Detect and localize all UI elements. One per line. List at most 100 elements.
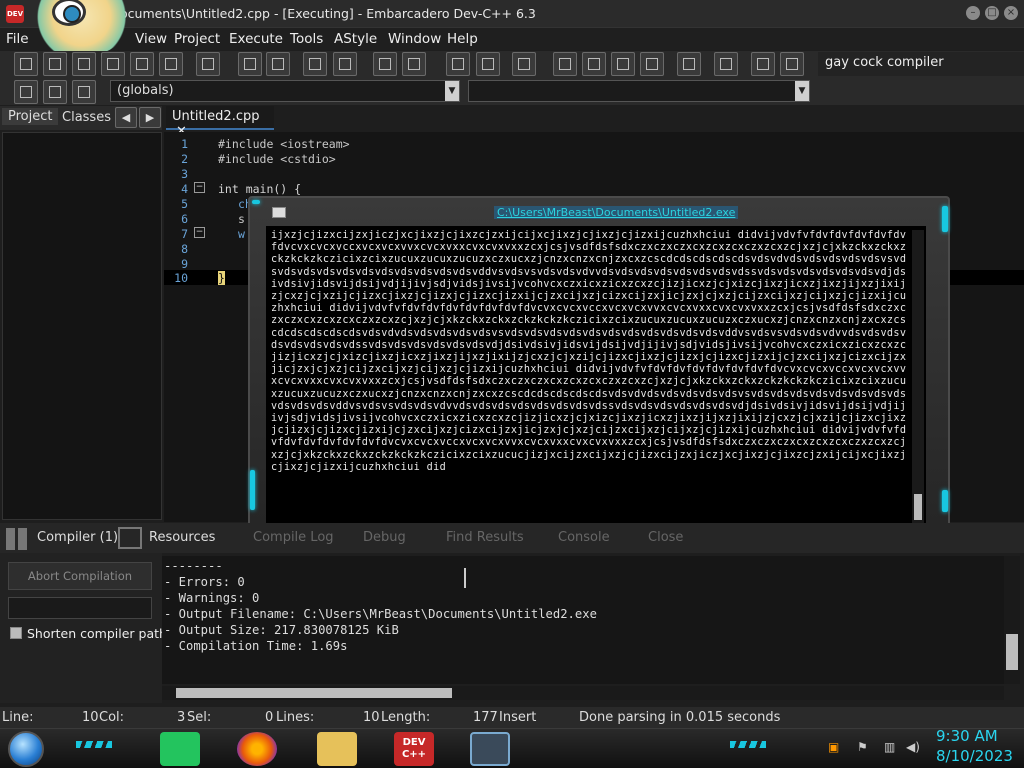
compile-icon[interactable]	[553, 52, 577, 76]
console-output-text: ijxzjcjizxcijzxjiczjxcjixzjcjixzcjzxijci…	[271, 230, 907, 473]
run-icon[interactable]	[582, 52, 606, 76]
new-file-icon[interactable]	[14, 52, 38, 76]
status-lines-label: Lines:	[276, 710, 315, 725]
chevron-right-icon[interactable]: ▶	[139, 107, 161, 128]
stop-icon[interactable]	[714, 52, 738, 76]
project-tree[interactable]	[2, 132, 162, 520]
toggle-view-icon[interactable]	[333, 52, 357, 76]
line-number: 7	[181, 227, 188, 241]
maximize-button[interactable]: □	[985, 6, 999, 20]
bookmark-icon[interactable]	[512, 52, 536, 76]
window-title: ocuments\Untitled2.cpp - [Executing] - E…	[120, 6, 536, 21]
print-icon[interactable]	[196, 52, 220, 76]
tray-app-icon[interactable]: ▣	[828, 740, 839, 754]
code-line: s	[238, 212, 245, 226]
clock-date[interactable]: 8/10/2023	[936, 747, 1013, 765]
shorten-path-checkbox[interactable]	[10, 627, 22, 639]
status-line-label: Line:	[2, 710, 34, 725]
console-scrollbar[interactable]	[912, 230, 924, 528]
devcpp-taskbar-icon[interactable]: DEV C++	[394, 732, 434, 766]
compile-log-output[interactable]: -------- - Errors: 0 - Warnings: 0 - Out…	[162, 556, 1004, 684]
start-button[interactable]	[8, 731, 44, 767]
tab-classes[interactable]: Classes	[56, 109, 117, 126]
notes-app-icon[interactable]	[160, 732, 200, 766]
scope-dropdown[interactable]: (globals) ▼	[110, 80, 460, 102]
check-syntax-icon[interactable]	[677, 52, 701, 76]
save-all-icon[interactable]	[101, 52, 125, 76]
tab-console[interactable]: Console	[558, 530, 610, 545]
fold-marker-icon[interactable]: −	[194, 182, 205, 193]
console-window-icon[interactable]	[272, 207, 286, 218]
status-length-label: Length:	[381, 710, 431, 725]
editor-tab-untitled2[interactable]: Untitled2.cpp ✕	[166, 106, 274, 139]
line-number: 3	[181, 167, 188, 181]
goto-line-icon[interactable]	[303, 52, 327, 76]
tab-compile-log[interactable]: Compile Log	[253, 530, 334, 545]
close-all-icon[interactable]	[159, 52, 183, 76]
code-line: }	[218, 271, 225, 285]
compile-run-icon[interactable]	[611, 52, 635, 76]
delete-profile-icon[interactable]	[780, 52, 804, 76]
close-window-button[interactable]: ×	[1004, 6, 1018, 20]
log-horizontal-thumb[interactable]	[176, 688, 452, 698]
log-vertical-thumb[interactable]	[1006, 634, 1018, 670]
tab-resources[interactable]: Resources	[149, 530, 215, 545]
tab-find-results[interactable]: Find Results	[446, 530, 524, 545]
indent-icon[interactable]	[446, 52, 470, 76]
chevron-left-icon[interactable]: ◀	[115, 107, 137, 128]
console-output-area[interactable]: ijxzjcjizxcijzxjiczjxcjixzjcjixzcjzxijci…	[266, 226, 926, 534]
compiler-grid-icon	[6, 528, 28, 550]
fold-marker-icon[interactable]: −	[194, 227, 205, 238]
abort-compilation-button[interactable]: Abort Compilation	[8, 562, 152, 590]
compile-progress-bar	[8, 597, 152, 619]
redo-icon[interactable]	[402, 52, 426, 76]
compiler-select[interactable]: gay cock compiler	[818, 52, 1024, 76]
bookmark-toggle-icon[interactable]	[43, 80, 67, 104]
unindent-icon[interactable]	[476, 52, 500, 76]
undo-icon[interactable]	[373, 52, 397, 76]
frame-accent	[252, 200, 260, 204]
minimize-button[interactable]: –	[966, 6, 980, 20]
save-icon[interactable]	[72, 52, 96, 76]
bookmark-goto-icon[interactable]	[72, 80, 96, 104]
volume-icon[interactable]: ◀)	[906, 740, 920, 754]
line-number: 2	[181, 152, 188, 166]
menu-window[interactable]: Window	[388, 31, 441, 47]
tab-project[interactable]: Project	[2, 108, 59, 125]
menu-view[interactable]: View	[135, 31, 167, 47]
firefox-icon[interactable]	[237, 732, 277, 766]
find-icon[interactable]	[238, 52, 262, 76]
menu-tools[interactable]: Tools	[290, 31, 323, 47]
text-cursor-icon	[464, 568, 466, 588]
menu-help[interactable]: Help	[447, 31, 478, 47]
flag-icon[interactable]: ⚑	[857, 740, 868, 754]
frame-accent	[250, 470, 255, 510]
menu-execute[interactable]: Execute	[229, 31, 283, 47]
network-icon[interactable]: ▥	[884, 740, 895, 754]
line-number: 9	[181, 257, 188, 271]
tab-debug[interactable]: Debug	[363, 530, 406, 545]
line-number: 10	[174, 271, 188, 285]
file-explorer-icon[interactable]	[317, 732, 357, 766]
clock-time[interactable]: 9:30 AM	[936, 727, 998, 745]
console-taskbar-icon[interactable]	[470, 732, 510, 766]
close-file-icon[interactable]	[130, 52, 154, 76]
tab-close[interactable]: Close	[648, 530, 683, 545]
line-number: 4	[181, 182, 188, 196]
project-icon[interactable]	[14, 80, 38, 104]
scope-value: (globals)	[117, 83, 174, 98]
line-number: 6	[181, 212, 188, 226]
line-number: 8	[181, 242, 188, 256]
menu-project[interactable]: Project	[174, 31, 220, 47]
menu-astyle[interactable]: AStyle	[334, 31, 377, 47]
function-dropdown[interactable]: ▼	[468, 80, 810, 102]
console-scroll-thumb[interactable]	[914, 494, 922, 520]
tab-compiler[interactable]: Compiler (1)	[37, 530, 118, 545]
rebuild-icon[interactable]	[640, 52, 664, 76]
open-folder-icon[interactable]	[43, 52, 67, 76]
profile-icon[interactable]	[751, 52, 775, 76]
chevron-down-icon[interactable]: ▼	[445, 81, 459, 101]
status-col-value: 3	[177, 710, 186, 725]
replace-icon[interactable]	[266, 52, 290, 76]
chevron-down-icon[interactable]: ▼	[795, 81, 809, 101]
